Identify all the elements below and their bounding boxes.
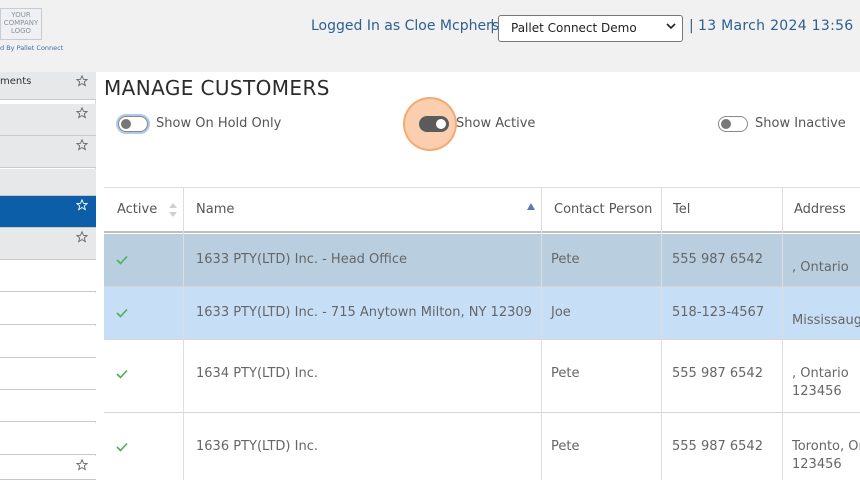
page-title: MANAGE CUSTOMERS [104,76,330,100]
sidebar: ments [0,72,96,480]
cell-tel: 555 987 6542 [672,252,763,267]
logged-in-user: Logged In as Cloe Mcpherson [311,18,517,34]
sidebar-item[interactable] [0,456,96,480]
current-datetime: 13 March 2024 13:56 [698,18,854,34]
column-header-active[interactable]: Active [117,202,157,217]
table-header: Active Name Contact Person Tel Address [104,188,860,233]
separator: | [689,18,694,34]
cell-name: 1633 PTY(LTD) Inc. - Head Office [196,252,407,267]
cell-name: 1633 PTY(LTD) Inc. - 715 Anytown Milton,… [196,305,532,320]
sidebar-item[interactable] [0,293,96,325]
sidebar-item[interactable]: ments [0,72,96,100]
cell-address: 123456 [792,457,842,472]
sidebar-item[interactable] [0,228,96,260]
active-check-icon [116,255,128,265]
sort-icon[interactable] [168,202,178,218]
show-inactive-toggle[interactable] [718,116,748,132]
active-check-icon [116,442,128,452]
cell-contact: Pete [551,366,580,381]
cell-address: Toronto, On [792,439,860,454]
sidebar-item[interactable] [0,196,96,228]
cell-contact: Pete [551,252,580,267]
star-icon[interactable] [76,139,88,151]
show-inactive-label: Show Inactive [755,116,846,131]
sidebar-item[interactable] [0,390,96,422]
top-bar: YOUR COMPANY LOGO d By Pallet Connect Lo… [0,0,860,72]
show-active-toggle[interactable] [419,116,449,132]
sidebar-item[interactable] [0,136,96,168]
star-icon[interactable] [76,75,88,87]
company-select[interactable]: Pallet Connect Demo [498,15,683,42]
column-divider [661,188,662,480]
star-icon[interactable] [76,107,88,119]
customers-table: 1633 PTY(LTD) Inc. - Head Office Pete 555 … [104,187,860,480]
cell-address: , Ontario [792,366,849,381]
table-row[interactable]: 1633 PTY(LTD) Inc. - 715 Anytown Milton,… [104,287,860,340]
cell-contact: Joe [551,305,571,320]
separator: | [490,18,495,34]
sort-ascending-icon[interactable] [526,202,536,212]
column-header-tel[interactable]: Tel [673,202,690,217]
cell-contact: Pete [551,439,580,454]
cell-address: , Ontario [792,260,849,275]
company-select-value: Pallet Connect Demo [511,21,637,35]
sidebar-item[interactable] [0,169,96,196]
column-header-contact[interactable]: Contact Person [554,202,652,217]
column-divider [541,188,542,480]
show-active-label: Show Active [456,116,536,131]
sidebar-item[interactable] [0,104,96,136]
chevron-down-icon [666,23,676,30]
star-icon[interactable] [76,199,88,211]
logo-line: LOGO [10,27,32,35]
toggle-knob [721,119,731,129]
table-row[interactable]: 1634 PTY(LTD) Inc. Pete 555 987 6542 , Onta… [104,340,860,413]
column-header-address[interactable]: Address [794,202,846,217]
sidebar-item[interactable] [0,260,96,292]
toggle-knob [121,119,131,129]
sidebar-item[interactable] [0,423,96,455]
table-row[interactable]: 1633 PTY(LTD) Inc. - Head Office Pete 555 … [104,234,860,287]
cell-tel: 555 987 6542 [672,439,763,454]
star-icon[interactable] [76,231,88,243]
cell-tel: 555 987 6542 [672,366,763,381]
cell-address: 123456 [792,384,842,399]
sidebar-item-label: ments [0,76,32,87]
cell-name: 1636 PTY(LTD) Inc. [196,439,318,454]
logo-line: COMPANY [3,19,39,27]
column-divider [782,188,783,480]
cell-name: 1634 PTY(LTD) Inc. [196,366,318,381]
powered-by-text: d By Pallet Connect [0,44,64,52]
star-icon[interactable] [76,459,88,471]
active-check-icon [116,308,128,318]
cell-tel: 518-123-4567 [672,305,765,320]
cell-address: Mississauga [792,313,860,328]
active-check-icon [116,369,128,379]
sidebar-item[interactable] [0,358,96,390]
show-on-hold-label: Show On Hold Only [156,116,282,131]
column-divider [183,188,184,480]
toggle-knob [436,119,446,129]
company-logo[interactable]: YOUR COMPANY LOGO [0,8,42,40]
sidebar-item[interactable] [0,326,96,358]
column-header-name[interactable]: Name [196,202,234,217]
show-on-hold-toggle[interactable] [118,116,148,132]
logo-line: YOUR [11,11,31,19]
table-row[interactable]: 1636 PTY(LTD) Inc. Pete 555 987 6542 Toront… [104,413,860,480]
